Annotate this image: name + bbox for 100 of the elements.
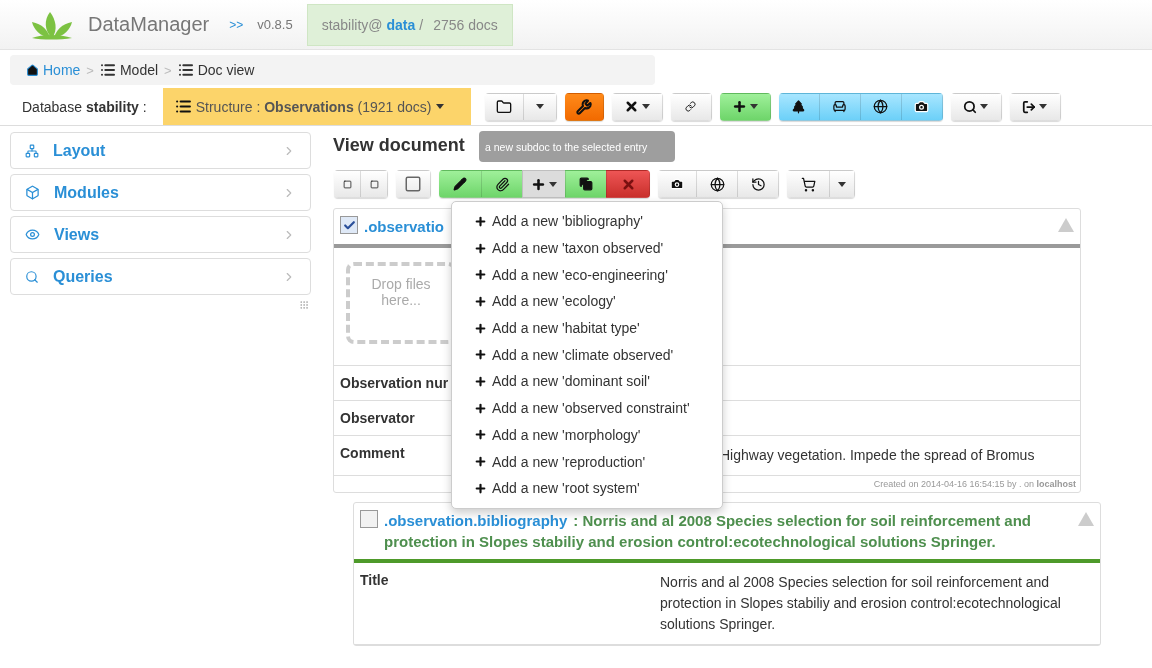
tooltip: a new subdoc to the selected entry bbox=[479, 131, 675, 162]
structure-dropdown[interactable]: Structure : Observations (1921 docs) bbox=[162, 88, 471, 125]
plus-icon bbox=[474, 241, 487, 255]
plus-icon bbox=[474, 294, 487, 308]
camera-icon bbox=[670, 177, 684, 191]
breadcrumb-link[interactable]: Doc view bbox=[177, 62, 255, 78]
document-count: 2756 docs bbox=[433, 17, 498, 33]
paperclip-icon bbox=[494, 176, 510, 192]
menu-item[interactable]: Add a new 'dominant soil' bbox=[452, 368, 722, 395]
document-type[interactable]: .observatio bbox=[364, 218, 445, 235]
checkbox-icon bbox=[404, 175, 422, 193]
caret-icon bbox=[980, 104, 989, 109]
menu-item[interactable]: Add a new 'reproduction' bbox=[452, 448, 722, 475]
globe-button[interactable] bbox=[696, 170, 738, 198]
cart-icon bbox=[800, 176, 816, 192]
history-button[interactable] bbox=[737, 170, 779, 198]
resize-grip-icon bbox=[299, 300, 309, 310]
menu-item[interactable]: Add a new 'taxon observed' bbox=[452, 234, 722, 262]
sidebar-item[interactable]: Modules bbox=[10, 174, 311, 211]
field-label: Observation nur bbox=[340, 375, 449, 391]
field-value: Norris and al 2008 Species selection for soil reinforcement and protection in Slopes stabiliy and erosion control:ecotechnological solutions Springer. bbox=[660, 573, 1062, 634]
plus-icon bbox=[474, 374, 487, 388]
field-label: Observator bbox=[340, 410, 415, 426]
user-label: stability@ bbox=[321, 17, 383, 33]
globe-icon bbox=[709, 176, 725, 192]
menu-item[interactable]: Add a new 'root system' bbox=[452, 474, 722, 502]
delete-menu-button[interactable] bbox=[611, 92, 663, 121]
field-label: Title bbox=[360, 572, 389, 590]
plus-icon bbox=[474, 428, 487, 442]
caret-icon bbox=[749, 104, 758, 109]
tree-icon bbox=[791, 99, 807, 114]
separator-label: / bbox=[419, 17, 424, 33]
plus-icon bbox=[531, 176, 546, 192]
folder-icon bbox=[495, 98, 512, 115]
copy-button[interactable] bbox=[565, 170, 607, 198]
add-menu-button[interactable] bbox=[719, 92, 771, 121]
collapse-button[interactable] bbox=[334, 170, 361, 198]
database-label: Database bbox=[22, 98, 82, 115]
colon-label: : bbox=[142, 98, 147, 115]
tools-icon bbox=[575, 98, 592, 115]
edit-button[interactable] bbox=[439, 170, 482, 198]
plus-icon bbox=[474, 401, 487, 415]
sidebar-item[interactable]: Layout bbox=[10, 132, 311, 169]
expand-button[interactable] bbox=[360, 170, 388, 198]
caret-icon bbox=[535, 104, 544, 109]
search-icon bbox=[963, 99, 978, 114]
menu-item[interactable]: Add a new 'bibliography' bbox=[452, 208, 722, 235]
copy-icon bbox=[579, 177, 593, 191]
select-all-button[interactable] bbox=[396, 170, 431, 198]
dropdown-button[interactable] bbox=[829, 170, 855, 198]
plus-icon bbox=[474, 348, 487, 362]
document-heading: .observation.bibliography : Norris and al 2008 Species selection for soil reinforcement and protection in Slopes stabiliy and erosion control:ecotechnological solutions Springer. bbox=[384, 511, 1032, 552]
database-name: stability bbox=[85, 98, 139, 115]
menu-item[interactable]: Add a new 'climate observed' bbox=[452, 341, 722, 369]
list-icon bbox=[177, 62, 194, 78]
sidebar-item[interactable]: Views bbox=[10, 216, 311, 253]
menu-item[interactable]: Add a new 'morphology' bbox=[452, 421, 722, 449]
cart-button[interactable] bbox=[787, 170, 830, 198]
globe-icon bbox=[873, 99, 889, 114]
pencil-icon bbox=[453, 177, 467, 191]
menu-item[interactable]: Add a new 'observed constraint' bbox=[452, 394, 722, 422]
checkbox[interactable] bbox=[340, 216, 358, 234]
bench-icon bbox=[832, 99, 848, 114]
plus-icon bbox=[474, 455, 487, 469]
folder-settings-button[interactable] bbox=[484, 92, 524, 121]
database-name: data bbox=[386, 17, 416, 33]
camera-button[interactable] bbox=[658, 170, 697, 198]
caret-icon bbox=[549, 181, 557, 187]
checkbox[interactable] bbox=[360, 510, 378, 528]
plus-icon bbox=[474, 268, 487, 282]
plus-icon bbox=[731, 99, 747, 114]
eye-icon bbox=[25, 227, 40, 242]
document-type[interactable]: .observation.bibliography bbox=[384, 512, 568, 529]
check-icon bbox=[342, 218, 356, 232]
breadcrumb-separator: > bbox=[86, 62, 94, 78]
version-label: v0.8.5 bbox=[257, 17, 293, 32]
caret-icon bbox=[1039, 104, 1048, 109]
search-menu-button[interactable] bbox=[950, 92, 1002, 121]
add-subdoc-button[interactable] bbox=[522, 170, 566, 198]
tree-icon bbox=[25, 143, 39, 158]
attach-button[interactable] bbox=[481, 170, 523, 198]
camera-button[interactable] bbox=[900, 92, 943, 121]
sidebar-item[interactable]: Queries bbox=[10, 258, 311, 295]
home-icon bbox=[26, 63, 39, 77]
tools-button[interactable] bbox=[564, 92, 604, 121]
nav-toggle[interactable]: >> bbox=[229, 17, 244, 32]
app-name: DataManager bbox=[88, 13, 210, 36]
cube-icon bbox=[25, 185, 40, 200]
list-icon bbox=[174, 98, 192, 115]
caret-icon bbox=[838, 181, 846, 187]
caret-icon bbox=[641, 104, 650, 109]
field-label: Comment bbox=[340, 445, 405, 463]
caret-icon bbox=[435, 104, 444, 109]
list-icon bbox=[99, 62, 116, 78]
breadcrumb-link[interactable]: Model bbox=[99, 62, 159, 78]
created-info: Created on 2014-04-16 16:54:15 by . on localhost bbox=[873, 479, 1076, 489]
tree-button[interactable] bbox=[778, 92, 820, 121]
exit-menu-button[interactable] bbox=[1009, 92, 1061, 121]
globe-button[interactable] bbox=[859, 92, 902, 121]
link-button[interactable] bbox=[670, 92, 712, 121]
